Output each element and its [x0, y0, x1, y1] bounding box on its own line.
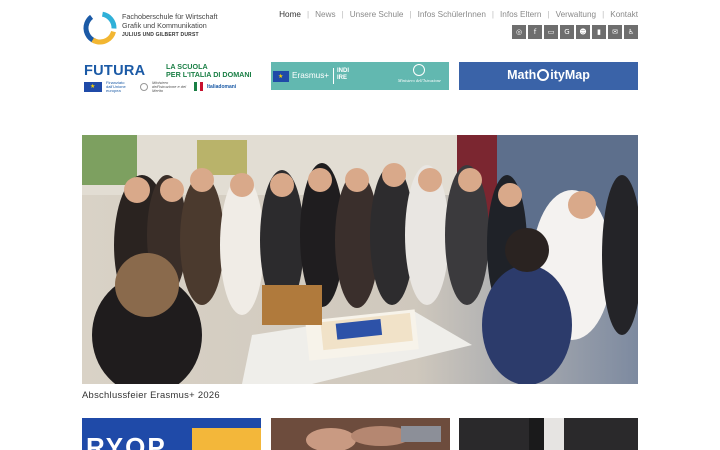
monitor-icon[interactable]: ▭ [544, 25, 558, 39]
news-card-1[interactable]: RYOP [82, 418, 261, 450]
hero-caption: Abschlussfeier Erasmus+ 2026 [82, 389, 220, 400]
graduation-party-photo [82, 135, 638, 384]
nav-infos-eltern[interactable]: Infos Eltern [500, 10, 541, 19]
indire-label: INDI IRE [337, 68, 349, 81]
compass-icon [537, 69, 550, 81]
futura-tagline-2: PER L'ITALIA DI DOMANI [166, 70, 252, 79]
math-label-part1: Math [507, 68, 537, 82]
site-header: Fachoberschule für Wirtschaft Grafik und… [82, 8, 638, 52]
chat-icon[interactable]: ✉ [608, 25, 622, 39]
math-label-part2: ityMap [550, 68, 590, 82]
facebook-icon[interactable]: f [528, 25, 542, 39]
card-3-photo [459, 418, 638, 450]
erasmus-label: Erasmus+ [292, 71, 330, 80]
card-decoration [192, 428, 261, 450]
nav-unsere-schule[interactable]: Unsere Schule [350, 10, 404, 19]
google-icon[interactable]: G [560, 25, 574, 39]
eu-flag-icon [273, 71, 289, 82]
eu-funding-text: Finanziato dall'Unione europea [106, 79, 126, 93]
futura-tagline: LA SCUOLA PER L'ITALIA DI DOMANI [166, 63, 252, 79]
nav-separator: | [409, 10, 412, 19]
news-cards: RYOP [82, 418, 638, 450]
mathcitymap-logo: Math ityMap [459, 68, 638, 82]
nav-news[interactable]: News [315, 10, 335, 19]
instagram-icon[interactable]: ◎ [512, 25, 526, 39]
card-2-photo [271, 418, 450, 450]
nav-separator: | [602, 10, 605, 19]
nav-separator: | [341, 10, 344, 19]
italy-flag-icon [194, 82, 203, 91]
news-card-2[interactable] [271, 418, 450, 450]
erasmus-banner[interactable]: Erasmus+ INDI IRE Ministero dell'Istruzi… [271, 62, 449, 90]
main-nav: Home | News | Unsere Schule | Infos Schü… [279, 10, 638, 19]
ministry-label: Ministero dell'Istruzione [397, 78, 441, 83]
book-icon[interactable]: ▮ [592, 25, 606, 39]
futura-logos: Finanziato dall'Unione europea Ministero… [84, 79, 237, 93]
italy-emblem-icon [140, 82, 148, 91]
card-1-title: RYOP [86, 432, 167, 450]
social-icons: ◎ f ▭ G ☻ ▮ ✉ ♿ [512, 25, 638, 39]
ministry-emblem: Ministero dell'Istruzione [398, 64, 441, 83]
nav-separator: | [491, 10, 495, 19]
users-icon[interactable]: ☻ [576, 25, 590, 39]
banner-divider [333, 68, 334, 84]
school-logo[interactable]: Fachoberschule für Wirtschaft Grafik und… [82, 10, 217, 46]
mathcitymap-banner[interactable]: Math ityMap [459, 62, 638, 90]
accessibility-icon[interactable]: ♿ [624, 25, 638, 39]
nav-separator: | [306, 10, 310, 19]
nav-separator: | [547, 10, 550, 19]
futura-banner[interactable]: FUTURA LA SCUOLA PER L'ITALIA DI DOMANI … [82, 62, 260, 92]
eu-flag-icon [84, 81, 102, 92]
logo-line-3: JULIUS UND GILBERT DURST [122, 32, 199, 38]
hero-photo[interactable] [82, 135, 638, 384]
nav-verwaltung[interactable]: Verwaltung [556, 10, 597, 19]
italiadomani-text: Italiadomani [207, 83, 237, 90]
logo-line-1: Fachoberschule für Wirtschaft [122, 12, 218, 21]
nav-home[interactable]: Home [279, 10, 301, 19]
school-logo-icon [83, 11, 117, 45]
partner-banners: FUTURA LA SCUOLA PER L'ITALIA DI DOMANI … [82, 62, 638, 92]
nav-infos-schuelerinnen[interactable]: Infos SchülerInnen [418, 10, 486, 19]
nav-kontakt[interactable]: Kontakt [610, 10, 638, 19]
republic-emblem-icon [413, 64, 426, 76]
futura-title: FUTURA [84, 63, 146, 79]
ministry-text: Ministero dell'Istruzione e del Merito [152, 79, 187, 93]
news-card-3[interactable] [459, 418, 638, 450]
logo-line-2: Grafik und Kommunikation [122, 21, 207, 30]
